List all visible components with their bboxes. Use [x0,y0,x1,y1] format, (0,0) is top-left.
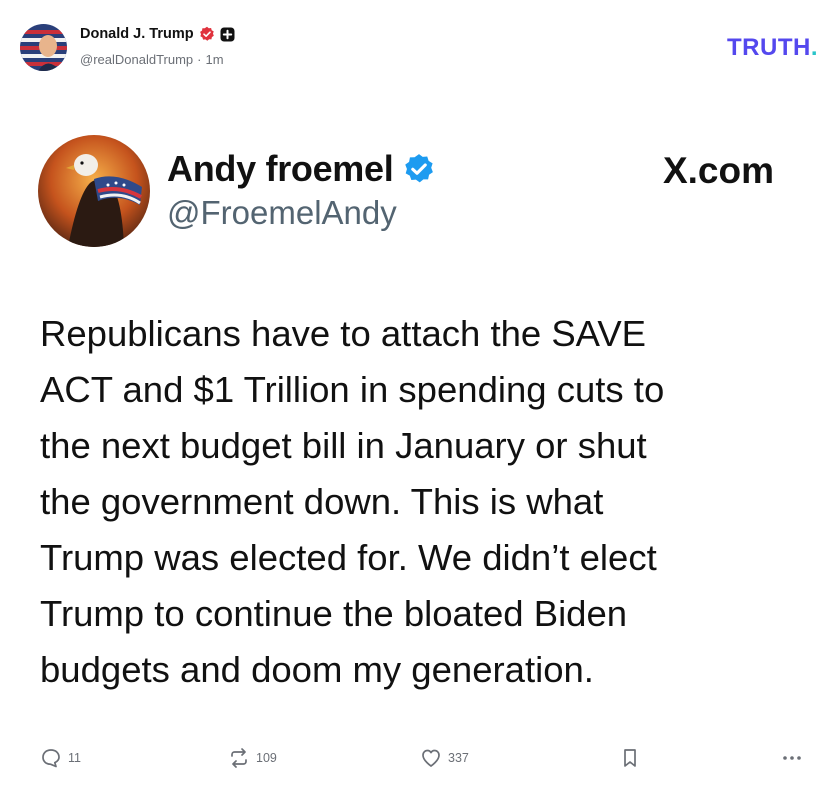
meta-separator: · [197,52,202,67]
embedded-author-handle: @FroemelAndy [167,194,397,231]
bookmark-icon [624,749,636,767]
embedded-author-name: Andy froemel [167,148,394,189]
author-name[interactable]: Donald J. Trump [80,26,194,42]
embedded-post-image[interactable]: Andy froemel @FroemelAndy X.com Republic… [0,110,840,720]
more-dots-icon [783,756,801,760]
post-header: Donald J. Trump @realDonaldTrump · 1m TR… [0,0,840,95]
x-brand-label: X.com [662,150,774,191]
like-count: 337 [448,751,469,765]
truth-logo-dot: . [810,34,818,61]
verified-badge-icon [199,26,214,41]
truth-logo-text: TRUTH [727,34,811,61]
truth-logo[interactable]: TRUTH. [727,34,818,62]
retruth-button[interactable]: 109 [228,747,277,769]
more-options-button[interactable] [780,747,804,769]
avatar-image [20,24,67,71]
post-meta: @realDonaldTrump · 1m [80,52,224,67]
author-handle[interactable]: @realDonaldTrump [80,52,193,67]
post-timestamp[interactable]: 1m [206,52,224,67]
repost-icon [231,748,247,768]
comment-icon [42,749,60,768]
heart-icon [422,749,440,767]
eagle-flag-image [38,135,150,247]
embedded-avatar [38,135,150,247]
post-action-bar: 11 109 337 [0,740,840,776]
reply-button[interactable]: 11 [40,747,81,769]
plus-badge-icon [220,27,235,41]
embedded-post-text: Republicans have to attach the SAVE ACT … [40,313,665,690]
reply-count: 11 [68,751,81,765]
retruth-count: 109 [256,751,277,765]
verified-badge-icon [405,154,434,183]
avatar[interactable] [20,24,67,71]
bookmark-button[interactable] [620,747,640,769]
like-button[interactable]: 337 [420,747,469,769]
